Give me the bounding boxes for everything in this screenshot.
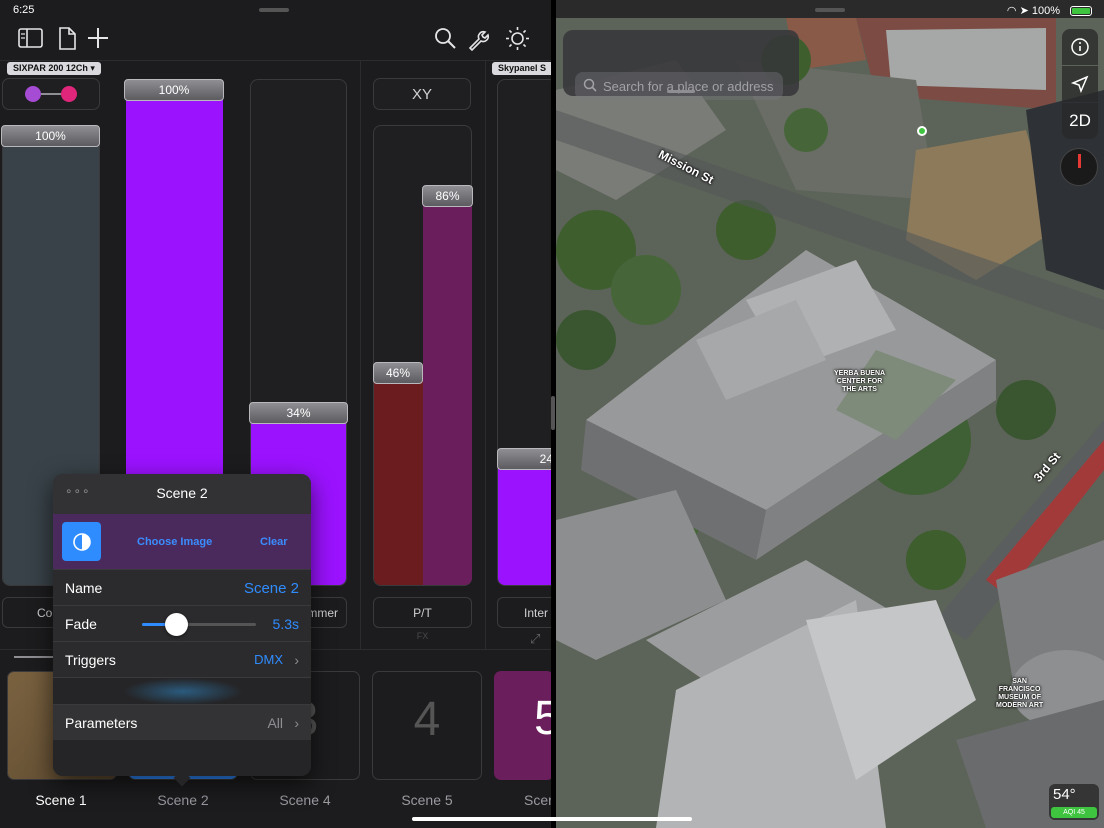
- fader-tilt-fill: [423, 189, 472, 585]
- scene-number: 5: [534, 692, 551, 745]
- battery-level: [1072, 8, 1090, 14]
- sidebar-icon[interactable]: [18, 27, 43, 54]
- map-pin[interactable]: [917, 126, 927, 136]
- scene-label-2[interactable]: Scene 2: [128, 792, 238, 808]
- choose-image-button[interactable]: Choose Image: [137, 536, 212, 548]
- maps-app: ◠ ➤ 100% Search for a place or address 2…: [556, 0, 1104, 828]
- compass-needle: [1078, 154, 1081, 168]
- scene-label-1[interactable]: Scene 1: [6, 792, 116, 808]
- fader-inter-value[interactable]: 24: [497, 448, 551, 470]
- search-icon[interactable]: [434, 27, 456, 54]
- contrast-icon[interactable]: [62, 522, 101, 561]
- scene-card-4[interactable]: 4: [372, 671, 482, 780]
- fader-inter-label[interactable]: Inter: [497, 597, 551, 628]
- scene-label-4[interactable]: Scene 5: [372, 792, 482, 808]
- location-arrow-icon[interactable]: [1062, 66, 1098, 102]
- wifi-icon: ◠: [1006, 5, 1017, 17]
- scenes-page-indicator: [14, 656, 54, 658]
- fade-value[interactable]: 5.3s: [273, 616, 299, 632]
- popover-spacer: [53, 677, 311, 704]
- fixture-name: SIXPAR 200 12Ch: [13, 63, 88, 73]
- compass-icon[interactable]: [1060, 148, 1098, 186]
- aqi-badge: AQI 45: [1051, 807, 1097, 818]
- split-view-handle[interactable]: [551, 396, 555, 430]
- status-icons: ◠ ➤ 100%: [1007, 4, 1060, 17]
- fader-inter-fill: [498, 465, 551, 585]
- multitasking-handle[interactable]: [259, 8, 289, 12]
- popover-title: Scene 2: [156, 485, 208, 501]
- name-label: Name: [65, 580, 103, 596]
- fx-label: FX: [416, 631, 429, 641]
- scene-label-3[interactable]: Scene 4: [250, 792, 360, 808]
- image-row: Choose Image Clear: [53, 514, 311, 570]
- popover-header: ∘∘∘ Scene 2: [53, 474, 311, 514]
- poi-yerba-buena[interactable]: YERBA BUENA CENTER FOR THE ARTS: [834, 370, 885, 394]
- home-indicator[interactable]: [412, 817, 692, 821]
- wrench-icon[interactable]: [467, 27, 490, 56]
- sun-icon[interactable]: [505, 26, 530, 56]
- fader-inter[interactable]: [497, 79, 551, 586]
- search-field[interactable]: Search for a place or address: [575, 72, 783, 100]
- color-swatch-box[interactable]: [2, 78, 100, 110]
- poi-sfmoma[interactable]: SAN FRANCISCO MUSEUM OF MODERN ART: [996, 678, 1043, 710]
- fader-pan-value[interactable]: 46%: [373, 362, 423, 384]
- battery-icon: [1070, 6, 1092, 16]
- light-control-app: 6:25 SIXPAR 200 12Ch ▾ Skypanel S 100% 1…: [0, 0, 551, 828]
- fader-pan-fill: [374, 372, 423, 585]
- fixture-tag-secondary[interactable]: Skypanel S: [492, 62, 551, 75]
- parameters-row[interactable]: Parameters All ›: [53, 704, 311, 740]
- scene-card-5[interactable]: 5: [494, 671, 551, 780]
- battery-percent: 100%: [1031, 5, 1060, 17]
- chevron-down-icon: ▾: [90, 63, 95, 73]
- weather-temp: 54°: [1053, 786, 1076, 803]
- search-icon: [583, 78, 597, 97]
- expand-icon[interactable]: ⤢: [530, 631, 540, 647]
- fixture-name-secondary: Skypanel S: [498, 63, 547, 73]
- xy-header[interactable]: XY: [373, 78, 471, 110]
- chevron-right-icon: ›: [294, 652, 299, 668]
- section-divider-2: [485, 61, 486, 649]
- card-grabber[interactable]: [667, 90, 695, 93]
- color-dot-1: [25, 86, 41, 102]
- info-icon[interactable]: [1062, 29, 1098, 65]
- color-dot-connector: [41, 93, 61, 95]
- location-status-icon: ➤: [1019, 5, 1029, 17]
- plus-icon[interactable]: [87, 27, 109, 54]
- triggers-label: Triggers: [65, 652, 116, 668]
- fader-intensity-value[interactable]: 100%: [124, 79, 224, 101]
- triggers-row[interactable]: Triggers DMX ›: [53, 641, 311, 677]
- clear-button[interactable]: Clear: [260, 536, 288, 548]
- triggers-value: DMX: [254, 652, 283, 667]
- view-mode-button[interactable]: 2D: [1062, 103, 1098, 139]
- parameters-label: Parameters: [65, 715, 138, 731]
- name-row[interactable]: Name Scene 2: [53, 569, 311, 605]
- parameters-value: All: [267, 715, 283, 731]
- fade-row: Fade 5.3s: [53, 605, 311, 641]
- toolbar-divider: [0, 60, 551, 61]
- fader-pt-label[interactable]: P/T: [373, 597, 472, 628]
- fader-dimmer-value[interactable]: 34%: [249, 402, 348, 424]
- weather-widget[interactable]: 54° AQI 45: [1049, 784, 1099, 820]
- search-card: Search for a place or address: [563, 30, 799, 100]
- section-divider: [360, 61, 361, 649]
- scene-edit-popover: ∘∘∘ Scene 2 Choose Image Clear Name Scen…: [53, 474, 311, 776]
- document-icon[interactable]: [58, 27, 76, 55]
- color-dot-2: [61, 86, 77, 102]
- multitasking-handle-maps[interactable]: [815, 8, 845, 12]
- name-value[interactable]: Scene 2: [244, 580, 299, 597]
- status-time: 6:25: [13, 4, 35, 16]
- spacer-glow: [123, 678, 243, 704]
- scene-label-5[interactable]: Scen: [494, 792, 551, 808]
- fade-label: Fade: [65, 616, 97, 632]
- scene-number: 4: [413, 693, 441, 746]
- chevron-right-icon: ›: [294, 715, 299, 731]
- fixture-tag-primary[interactable]: SIXPAR 200 12Ch ▾: [7, 62, 101, 75]
- fader-tilt-value[interactable]: 86%: [422, 185, 473, 207]
- fader-color-value[interactable]: 100%: [1, 125, 100, 147]
- fade-slider-thumb[interactable]: [165, 613, 189, 636]
